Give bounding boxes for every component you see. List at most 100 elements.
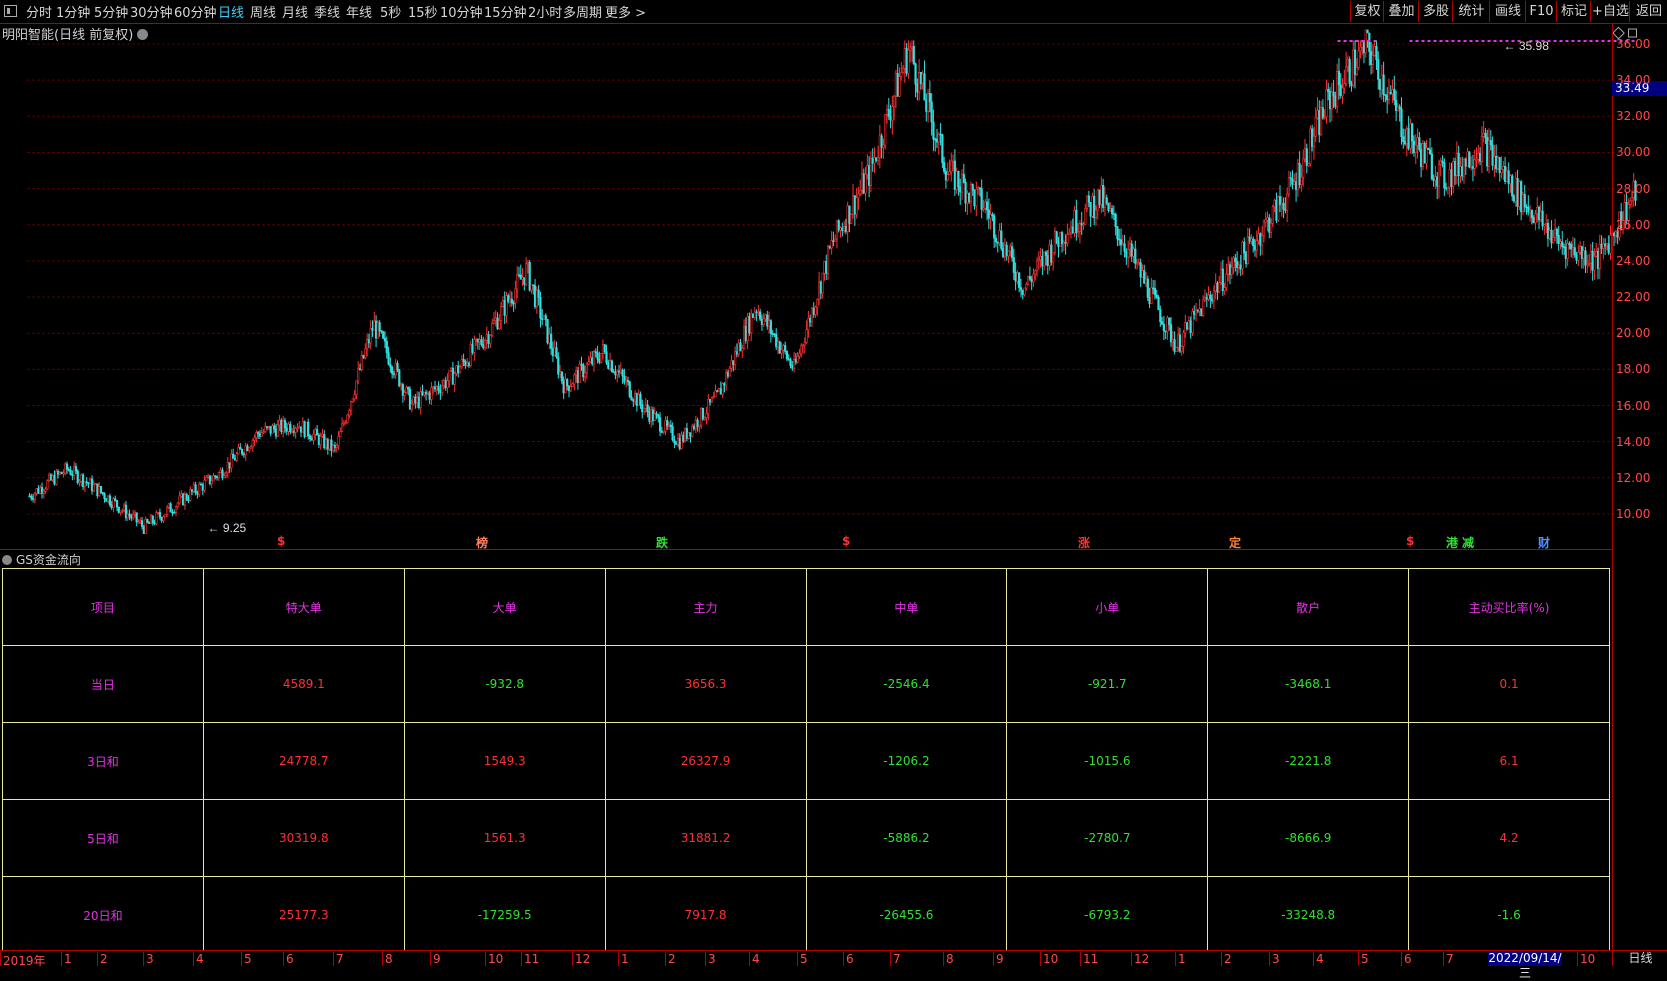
period-tab-0[interactable]: 分时 — [26, 2, 52, 21]
candle-body — [909, 47, 912, 51]
candle-body — [1318, 110, 1321, 136]
period-tab-10[interactable]: 5秒 — [380, 2, 401, 21]
table-cell: -1015.6 — [1006, 722, 1209, 800]
candle-body — [1250, 238, 1253, 242]
candle-body — [503, 300, 506, 316]
date-tick: 5 — [241, 952, 252, 966]
period-tab-12[interactable]: 10分钟 — [440, 2, 483, 21]
candle-body — [550, 333, 553, 349]
candle-body — [96, 483, 99, 497]
period-tab-8[interactable]: 季线 — [314, 2, 340, 21]
candle-body — [894, 73, 898, 97]
period-tab-5[interactable]: 日线 — [218, 2, 244, 21]
candle-body — [1568, 243, 1571, 245]
period-tab-6[interactable]: 周线 — [250, 2, 276, 21]
candle-body — [1580, 246, 1584, 259]
event-marker-4[interactable]: 涨 — [1078, 534, 1090, 551]
candle-body — [283, 420, 287, 429]
candle-body — [823, 261, 826, 274]
period-tab-13[interactable]: 15分钟 — [484, 2, 527, 21]
toolbar-button-2[interactable]: 多股 — [1418, 1, 1453, 22]
candle-body — [1543, 224, 1546, 227]
candle-body — [251, 440, 254, 448]
candle-body — [930, 101, 933, 123]
candle-body — [328, 439, 331, 450]
candle-body — [755, 311, 758, 314]
toolbar-button-4[interactable]: 画线 — [1489, 1, 1526, 22]
period-tab-2[interactable]: 5分钟 — [94, 2, 128, 21]
candle-body — [319, 436, 322, 445]
candle-body — [650, 409, 653, 422]
row-label: 当日 — [2, 645, 204, 723]
event-marker-1[interactable]: 榜 — [476, 534, 488, 551]
table-header-cell: 大单 — [403, 568, 606, 646]
candle-body — [369, 328, 372, 344]
event-marker-0[interactable]: $ — [277, 534, 285, 548]
candle-body — [392, 373, 396, 376]
candle-body — [1605, 243, 1609, 247]
candle-body — [291, 431, 294, 433]
event-marker-7[interactable]: 港 — [1446, 534, 1458, 551]
candle-body — [485, 334, 488, 341]
event-marker-8[interactable]: 减 — [1462, 534, 1474, 551]
toolbar-button-8[interactable]: 返回 — [1629, 1, 1667, 22]
event-marker-6[interactable]: $ — [1406, 534, 1414, 548]
candle-body — [1148, 297, 1151, 304]
toolbar-button-5[interactable]: F10 — [1525, 1, 1557, 22]
collapse-icon[interactable] — [2, 555, 12, 565]
event-marker-2[interactable]: 跌 — [656, 534, 668, 551]
candle-body — [126, 513, 129, 519]
period-tab-1[interactable]: 1分钟 — [56, 2, 90, 21]
candle-body — [1443, 162, 1446, 189]
toolbar-button-7[interactable]: +自选 — [1590, 1, 1630, 22]
period-tab-15[interactable]: 多周期 — [563, 2, 602, 21]
toolbar-button-1[interactable]: 叠加 — [1383, 1, 1419, 22]
candle-body — [1475, 159, 1478, 161]
signal-dot — [1475, 40, 1479, 42]
price-axis-label: 18.00 — [1616, 362, 1651, 377]
candle-body — [621, 369, 624, 377]
candle-body — [437, 386, 440, 391]
toolbar-button-0[interactable]: 复权 — [1350, 1, 1384, 22]
toolbar-button-3[interactable]: 统计 — [1452, 1, 1490, 22]
candle-body — [1027, 276, 1030, 285]
candle-body — [339, 431, 342, 437]
candle-body — [884, 114, 887, 146]
window-icon[interactable] — [4, 5, 17, 17]
price-axis-label: 34.00 — [1616, 73, 1651, 88]
candle-body — [1273, 199, 1276, 208]
candle-body — [60, 471, 63, 475]
candle-body — [1166, 317, 1169, 332]
event-marker-5[interactable]: 定 — [1229, 534, 1241, 551]
candle-body — [1464, 158, 1467, 167]
candle-body — [1134, 248, 1137, 264]
candle-body — [1412, 140, 1416, 153]
candle-body — [1416, 137, 1419, 146]
period-label-button[interactable]: 日线 — [1612, 951, 1667, 966]
period-tab-14[interactable]: 2小时 — [528, 2, 562, 21]
toolbar-button-6[interactable]: 标记 — [1556, 1, 1591, 22]
candle-body — [260, 432, 263, 437]
candle-body — [759, 311, 762, 320]
candle-body — [280, 419, 283, 432]
candle-body — [801, 344, 805, 347]
candle-body — [444, 380, 447, 388]
event-marker-3[interactable]: $ — [842, 534, 850, 548]
candle-body — [1048, 244, 1051, 266]
candle-body — [148, 522, 151, 524]
candle-body — [757, 311, 760, 314]
candle-body — [1512, 195, 1516, 202]
event-marker-9[interactable]: 财 — [1538, 534, 1550, 551]
candle-body — [980, 188, 983, 210]
period-tab-3[interactable]: 30分钟 — [130, 2, 173, 21]
period-tab-11[interactable]: 15秒 — [408, 2, 438, 21]
candle-body — [1212, 290, 1216, 302]
period-tab-7[interactable]: 月线 — [282, 2, 308, 21]
date-tick: 6 — [843, 952, 854, 966]
period-tab-16[interactable]: 更多 > — [605, 2, 646, 21]
candle-body — [1596, 250, 1600, 269]
candle-body — [183, 494, 187, 506]
period-tab-4[interactable]: 60分钟 — [174, 2, 217, 21]
period-tab-9[interactable]: 年线 — [346, 2, 372, 21]
price-chart[interactable]: ← 35.98 ← 9.25 — [0, 24, 1667, 549]
